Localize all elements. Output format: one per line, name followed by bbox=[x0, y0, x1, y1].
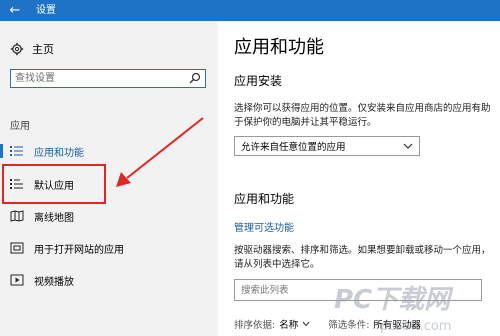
chevron-down-icon bbox=[403, 143, 413, 149]
install-heading: 应用安装 bbox=[234, 74, 283, 88]
manage-optional-features-link[interactable]: 管理可选功能 bbox=[234, 219, 294, 234]
search-icon[interactable] bbox=[189, 72, 201, 84]
sidebar-item-apps-features[interactable]: 应用和功能 bbox=[0, 140, 218, 162]
filter-label: 筛选条件: bbox=[328, 320, 370, 331]
apps-features-heading: 应用和功能 bbox=[234, 192, 295, 206]
home-nav-item[interactable]: 主页 bbox=[10, 41, 54, 57]
sort-filter-row: 排序依据: 名称 筛选条件: 所有驱动器 bbox=[234, 317, 421, 331]
install-description: 选择你可以获得应用的位置。仅安装来自应用商店的应用有助于保护你的电脑并让其平稳运… bbox=[234, 103, 491, 128]
sidebar-item-label: 视频播放 bbox=[34, 276, 74, 288]
settings-search[interactable] bbox=[10, 69, 206, 88]
sidebar-item-website-apps[interactable]: 用于打开网站的应用 bbox=[0, 237, 218, 259]
chevron-down-icon[interactable] bbox=[302, 321, 310, 327]
sidebar-item-label: 应用和功能 bbox=[34, 147, 84, 159]
apps-list-icon bbox=[10, 146, 23, 156]
annotation-highlight-box bbox=[2, 164, 106, 204]
active-indicator bbox=[0, 144, 3, 158]
filter-dropdown[interactable]: 所有驱动器 bbox=[373, 317, 421, 331]
install-source-dropdown[interactable]: 允许来自任意位置的应用 bbox=[234, 136, 420, 156]
settings-search-input[interactable] bbox=[15, 71, 185, 85]
list-search-input[interactable] bbox=[241, 283, 471, 297]
sidebar-item-video-playback[interactable]: 视频播放 bbox=[0, 269, 218, 291]
video-icon bbox=[10, 274, 24, 286]
home-label: 主页 bbox=[32, 43, 54, 56]
gear-icon bbox=[10, 42, 24, 56]
apps-description: 按驱动器搜索、排序和筛选。如果想要卸载或移动一个应用，请从列表中选择它。 bbox=[234, 245, 491, 270]
list-search-box[interactable] bbox=[234, 279, 482, 301]
sidebar: 主页 应用 应用和功能 默认应用 bbox=[0, 21, 218, 336]
main-content: 应用和功能 应用安装 选择你可以获得应用的位置。仅安装来自应用商店的应用有助于保… bbox=[218, 21, 500, 336]
dropdown-value: 允许来自任意位置的应用 bbox=[241, 142, 346, 153]
section-label-apps: 应用 bbox=[10, 121, 30, 132]
title-bar: ← 设置 bbox=[0, 0, 500, 21]
back-button[interactable]: ← bbox=[0, 0, 30, 21]
window-title: 设置 bbox=[36, 5, 56, 16]
website-app-icon bbox=[10, 242, 24, 254]
page-title: 应用和功能 bbox=[234, 37, 324, 58]
map-icon bbox=[10, 210, 24, 222]
sidebar-item-offline-maps[interactable]: 离线地图 bbox=[0, 205, 218, 227]
sidebar-item-label: 用于打开网站的应用 bbox=[34, 244, 124, 256]
sort-dropdown[interactable]: 名称 bbox=[279, 317, 298, 331]
sort-label: 排序依据: bbox=[234, 320, 276, 331]
sidebar-item-label: 离线地图 bbox=[34, 212, 74, 224]
